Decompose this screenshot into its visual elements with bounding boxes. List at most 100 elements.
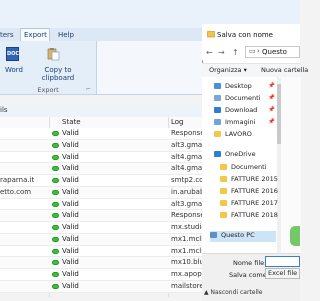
address-text: Questo xyxy=(262,48,287,56)
pin-icon: 📌 xyxy=(268,83,275,89)
row-log: alt3.gmail-sm xyxy=(171,199,206,208)
new-folder-button[interactable]: Nuova cartella xyxy=(261,66,308,74)
nav-item-label: FATTURE 2017 xyxy=(231,199,278,207)
row-state: Valid xyxy=(62,246,79,255)
computer-icon xyxy=(210,232,217,238)
row-log: mailstore1.x xyxy=(171,281,206,290)
row-log: mx1.mclink. xyxy=(171,246,206,255)
valid-status-icon xyxy=(52,142,59,148)
valid-status-icon xyxy=(52,225,59,230)
row-state: Valid xyxy=(62,223,79,231)
computer-icon: ▭ xyxy=(249,47,256,55)
row-log: smtp2.config xyxy=(171,176,206,184)
forward-arrow-icon[interactable]: → xyxy=(218,48,225,57)
tab-export[interactable]: Export xyxy=(24,30,47,41)
nav-item-label: FATTURE 2015 xyxy=(231,175,278,183)
savetype-label: Salva come: xyxy=(229,271,269,279)
row-state: Valid xyxy=(62,281,79,290)
nav-item-label: LAVORO xyxy=(225,130,252,138)
row-state: Valid xyxy=(62,140,79,149)
nav-item-label: Desktop xyxy=(225,82,252,90)
valid-status-icon xyxy=(52,189,59,195)
row-state: Valid xyxy=(62,176,79,184)
row-state: Valid xyxy=(62,270,79,278)
row-log: mx.apopro.it xyxy=(171,270,206,278)
nav-item-fatture-2016[interactable]: FATTURE 2016 xyxy=(220,187,278,198)
grid-caption: ils xyxy=(0,106,8,114)
filename-label: Nome file: xyxy=(233,259,267,267)
clipboard-icon[interactable] xyxy=(46,47,60,61)
row-state: Valid xyxy=(62,234,79,243)
row-log: mx1.mclink. xyxy=(171,234,206,243)
pin-icon: 📌 xyxy=(268,95,275,101)
up-arrow-icon[interactable]: ↑ xyxy=(232,48,239,57)
column-header-log[interactable]: Log xyxy=(171,118,184,126)
filename-input[interactable] xyxy=(265,256,300,267)
row-log: Response a xyxy=(171,129,206,137)
nav-item-fatture-2017[interactable]: FATTURE 2017 xyxy=(220,199,278,210)
valid-status-icon xyxy=(52,248,59,254)
documents-icon xyxy=(214,95,221,101)
nav-item-desktop[interactable]: Desktop xyxy=(214,82,252,93)
valid-status-icon xyxy=(52,178,59,183)
nav-item-fatture-2015[interactable]: FATTURE 2015 xyxy=(220,175,278,186)
row-state: Valid xyxy=(62,199,79,208)
desktop-icon xyxy=(214,83,221,89)
column-header-state[interactable]: State xyxy=(62,118,81,126)
copy-to-clipboard-button[interactable]: Copy to clipboard xyxy=(30,66,86,82)
valid-status-icon xyxy=(52,166,59,172)
folder-icon xyxy=(220,200,227,206)
pin-icon: 📌 xyxy=(268,107,275,113)
row-log: in.arubabus xyxy=(171,187,206,196)
nav-item-fatture-2018[interactable]: FATTURE 2018 xyxy=(220,211,278,222)
row-state: Valid xyxy=(62,187,79,196)
breadcrumb-separator: › xyxy=(257,47,260,55)
nav-item-documenti[interactable]: Documenti xyxy=(214,94,260,105)
nav-item-lavoro[interactable]: LAVORO xyxy=(214,130,252,141)
word-doc-icon[interactable]: DOC xyxy=(6,47,19,61)
word-export-button[interactable]: Word xyxy=(3,66,25,74)
hide-folders-button[interactable]: ▲ Nascondi cartelle xyxy=(204,289,262,296)
back-arrow-icon[interactable]: ← xyxy=(206,48,213,57)
row-log: mx10.bluan xyxy=(171,258,206,267)
row-log: alt4.gmail-sm xyxy=(171,152,206,161)
nav-item-questo-pc[interactable]: Questo PC xyxy=(210,231,276,242)
row-log: mx.studiorg xyxy=(171,223,206,231)
nav-item-label: Questo PC xyxy=(221,231,255,239)
nav-item-immagini[interactable]: Immagini xyxy=(214,118,255,129)
nav-item-onedrive[interactable]: OneDrive xyxy=(214,150,256,161)
nav-item-documenti[interactable]: Documenti xyxy=(220,163,266,174)
save-dialog-icon xyxy=(207,30,215,38)
row-state: Valid xyxy=(62,211,79,220)
export-group-label: Export xyxy=(37,86,59,94)
valid-status-icon xyxy=(52,260,59,266)
nav-item-label: Download xyxy=(225,106,258,114)
tab-filters[interactable]: ters xyxy=(0,30,14,41)
valid-status-icon xyxy=(52,201,59,207)
valid-status-icon xyxy=(52,213,59,219)
pin-icon: 📌 xyxy=(268,119,275,125)
nav-item-label: Documenti xyxy=(225,94,261,102)
row-state: Valid xyxy=(62,164,79,173)
row-email: etto.com xyxy=(0,187,32,196)
nav-item-download[interactable]: Download xyxy=(214,106,257,117)
group-launcher-icon[interactable]: ⌐ xyxy=(86,86,91,93)
organize-button[interactable]: Organizza ▾ xyxy=(209,66,247,74)
onedrive-icon xyxy=(214,151,221,157)
row-state: Valid xyxy=(62,152,79,161)
folder-icon xyxy=(220,164,227,170)
images-icon xyxy=(214,119,221,125)
content-preview-item xyxy=(290,226,300,246)
valid-status-icon xyxy=(52,283,59,289)
folder-icon xyxy=(220,176,227,182)
valid-status-icon xyxy=(52,131,59,136)
nav-item-label: Documenti xyxy=(231,163,267,171)
nav-item-label: Immagini xyxy=(225,118,256,126)
nav-item-label: FATTURE 2018 xyxy=(231,211,278,219)
folder-icon xyxy=(220,188,227,194)
tab-help[interactable]: Help xyxy=(58,30,74,41)
nav-scrollbar-thumb[interactable] xyxy=(277,84,281,144)
folder-icon xyxy=(214,131,221,137)
savetype-select[interactable]: Excel file (* xyxy=(265,268,300,279)
folder-icon xyxy=(220,212,227,218)
